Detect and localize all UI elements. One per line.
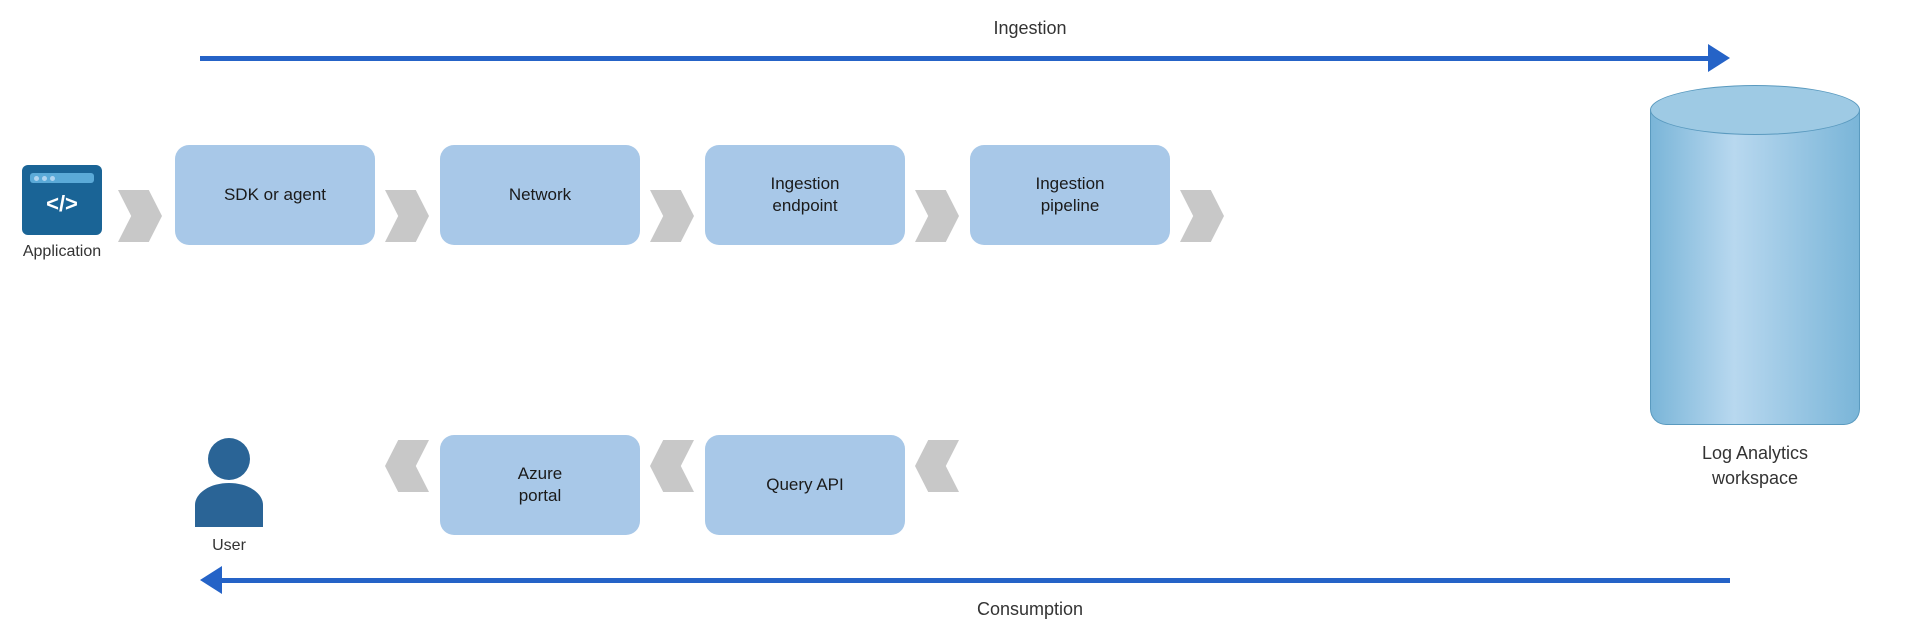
app-icon-dot: [34, 176, 39, 181]
chevron-network-endpoint: [650, 190, 694, 242]
chevron-portal-user: [385, 440, 429, 492]
cylinder-top: [1650, 85, 1860, 135]
cylinder-body: [1650, 110, 1860, 425]
workspace-label: Log Analyticsworkspace: [1702, 441, 1808, 491]
app-icon-dot-3: [50, 176, 55, 181]
chevron-workspace-queryapi: [915, 440, 959, 492]
arrow-app-to-sdk: [118, 190, 162, 242]
ingestion-label: Ingestion: [680, 18, 1380, 39]
ingestion-pipeline-box: Ingestionpipeline: [970, 145, 1170, 245]
sdk-agent-box: SDK or agent: [175, 145, 375, 245]
user-head: [208, 438, 250, 480]
ingestion-endpoint-box: Ingestionendpoint: [705, 145, 905, 245]
chevron-app-sdk: [118, 190, 162, 242]
application-icon: </>: [22, 165, 102, 235]
consumption-label: Consumption: [680, 599, 1380, 620]
chevron-pipeline-workspace: [1180, 190, 1224, 242]
arrow-portal-to-user: [385, 440, 429, 492]
arrow-workspace-to-queryapi: [915, 440, 959, 492]
consumption-arrow: [200, 570, 1730, 590]
arrow-sdk-to-network: [385, 190, 429, 242]
chevron-endpoint-pipeline: [915, 190, 959, 242]
app-icon-bar: [30, 173, 94, 183]
workspace-cylinder: [1650, 85, 1860, 425]
user-icon: [195, 438, 263, 527]
diagram-container: Ingestion Consumption </> Application SD…: [0, 0, 1920, 640]
query-api-box: Query API: [705, 435, 905, 535]
arrow-endpoint-to-pipeline: [915, 190, 959, 242]
arrow-pipeline-to-workspace: [1180, 190, 1224, 242]
arrow-network-to-endpoint: [650, 190, 694, 242]
ingestion-arrow-head: [1708, 44, 1730, 72]
user-label: User: [212, 537, 246, 555]
app-icon-dot-2: [42, 176, 47, 181]
azure-portal-box: Azureportal: [440, 435, 640, 535]
application-container: </> Application: [22, 165, 102, 261]
ingestion-arrow-line: [200, 56, 1708, 61]
chevron-sdk-network: [385, 190, 429, 242]
chevron-queryapi-portal: [650, 440, 694, 492]
application-label: Application: [23, 243, 101, 261]
user-body: [195, 483, 263, 527]
network-box: Network: [440, 145, 640, 245]
user-container: User: [195, 438, 263, 555]
consumption-arrow-line: [222, 578, 1730, 583]
code-icon: </>: [46, 191, 78, 217]
workspace-container: Log Analyticsworkspace: [1650, 85, 1860, 491]
consumption-arrow-head: [200, 566, 222, 594]
arrow-queryapi-to-portal: [650, 440, 694, 492]
ingestion-arrow: [200, 48, 1730, 68]
